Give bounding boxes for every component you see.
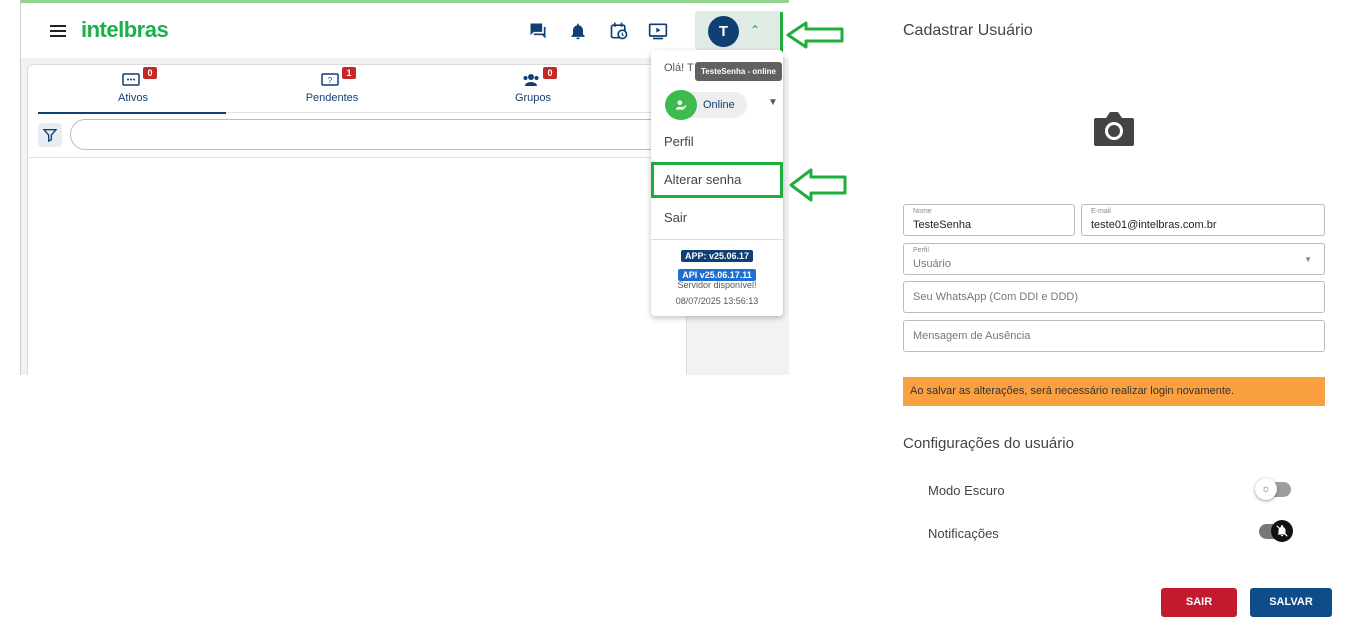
- question-chat-icon: ?: [321, 73, 339, 87]
- sair-button[interactable]: SAIR: [1161, 588, 1237, 617]
- annotation-arrow-icon: [786, 21, 844, 49]
- tab-label: Ativos: [118, 92, 148, 104]
- chat-list-card: 0 Ativos ? 1 Pendentes 0 Grupos: [27, 64, 688, 375]
- dark-mode-toggle[interactable]: ☼: [1255, 478, 1295, 500]
- sun-icon: ☼: [1255, 478, 1277, 500]
- tab-label: Grupos: [514, 92, 552, 104]
- status-label: Online: [703, 99, 735, 111]
- user-menu: Olá! T Online ▼ Perfil Alterar senha Sai…: [651, 50, 783, 316]
- tab-badge: 0: [143, 67, 157, 79]
- avatar-highlight-box: [694, 12, 783, 52]
- name-value: TesteSenha: [913, 219, 972, 231]
- screen: intelbras T ⌃ 0 Ativos ? 1 Pendentes 0 G…: [0, 0, 1351, 635]
- notifications-label: Notificações: [928, 526, 999, 541]
- absence-message-field[interactable]: Mensagem de Ausência: [903, 320, 1325, 352]
- menu-item-perfil[interactable]: Perfil: [651, 124, 783, 160]
- camera-icon[interactable]: [1092, 110, 1136, 148]
- annotation-arrow-icon: [789, 168, 847, 202]
- calendar-clock-icon[interactable]: [609, 21, 631, 43]
- svg-text:?: ?: [328, 76, 333, 85]
- profile-label: Perfil: [913, 247, 929, 254]
- menu-item-alterar-senha[interactable]: Alterar senha: [651, 162, 783, 198]
- form-title: Cadastrar Usuário: [903, 22, 1033, 39]
- config-title: Configurações do usuário: [903, 435, 1074, 452]
- intelbras-logo: intelbras: [81, 17, 169, 42]
- server-status: Servidor disponível!: [677, 280, 757, 290]
- chat-icon[interactable]: [528, 21, 550, 43]
- chat-tabs: 0 Ativos ? 1 Pendentes 0 Grupos: [38, 65, 678, 114]
- tab-ativos[interactable]: 0 Ativos: [38, 65, 228, 114]
- app-version-row: APP: v25.06.17: [651, 246, 783, 264]
- user-tooltip: TesteSenha - online: [695, 62, 782, 81]
- bell-icon[interactable]: [568, 21, 590, 43]
- group-icon: [522, 73, 540, 87]
- hamburger-menu-icon[interactable]: [50, 25, 66, 37]
- whatsapp-placeholder: Seu WhatsApp (Com DDI e DDD): [913, 291, 1079, 303]
- divider: [28, 157, 688, 158]
- tab-pendentes[interactable]: ? 1 Pendentes: [237, 65, 427, 113]
- status-selector[interactable]: Online: [665, 90, 747, 120]
- caret-down-icon: ▼: [1304, 255, 1312, 264]
- email-label: E-mail: [1091, 208, 1111, 215]
- tab-grupos[interactable]: 0 Grupos: [438, 65, 628, 113]
- tab-badge: 1: [342, 67, 356, 79]
- dark-mode-label: Modo Escuro: [928, 483, 1005, 498]
- active-tab-indicator: [38, 112, 226, 114]
- chat-dots-icon: [122, 73, 140, 87]
- menu-item-sair[interactable]: Sair: [651, 200, 783, 236]
- timestamp: 08/07/2025 13:56:13: [675, 296, 759, 306]
- absence-placeholder: Mensagem de Ausência: [913, 330, 1031, 342]
- whatsapp-field[interactable]: Seu WhatsApp (Com DDI e DDD): [903, 281, 1325, 313]
- user-check-icon: [665, 90, 697, 120]
- search-input[interactable]: [70, 119, 670, 150]
- app-version-badge: APP: v25.06.17: [680, 250, 754, 262]
- email-field[interactable]: E-mail teste01@intelbras.com.br: [1081, 204, 1325, 236]
- filter-button[interactable]: [38, 123, 62, 147]
- email-value: teste01@intelbras.com.br: [1091, 219, 1217, 231]
- profile-select[interactable]: Perfil Usuário ▼: [903, 243, 1325, 275]
- bell-off-icon: [1271, 520, 1293, 542]
- name-label: Nome: [913, 208, 932, 215]
- filter-icon: [42, 129, 58, 143]
- video-play-icon[interactable]: [648, 21, 670, 43]
- salvar-button[interactable]: SALVAR: [1250, 588, 1332, 617]
- caret-down-icon[interactable]: ▼: [768, 97, 778, 108]
- greeting-text: Olá! T: [664, 62, 694, 74]
- warning-banner: Ao salvar as alterações, será necessário…: [903, 377, 1325, 406]
- profile-value: Usuário: [913, 258, 951, 270]
- name-field[interactable]: Nome TesteSenha: [903, 204, 1075, 236]
- tab-label: Pendentes: [305, 92, 359, 104]
- tab-badge: 0: [543, 67, 557, 79]
- divider: [651, 239, 783, 240]
- notifications-toggle[interactable]: [1255, 520, 1295, 542]
